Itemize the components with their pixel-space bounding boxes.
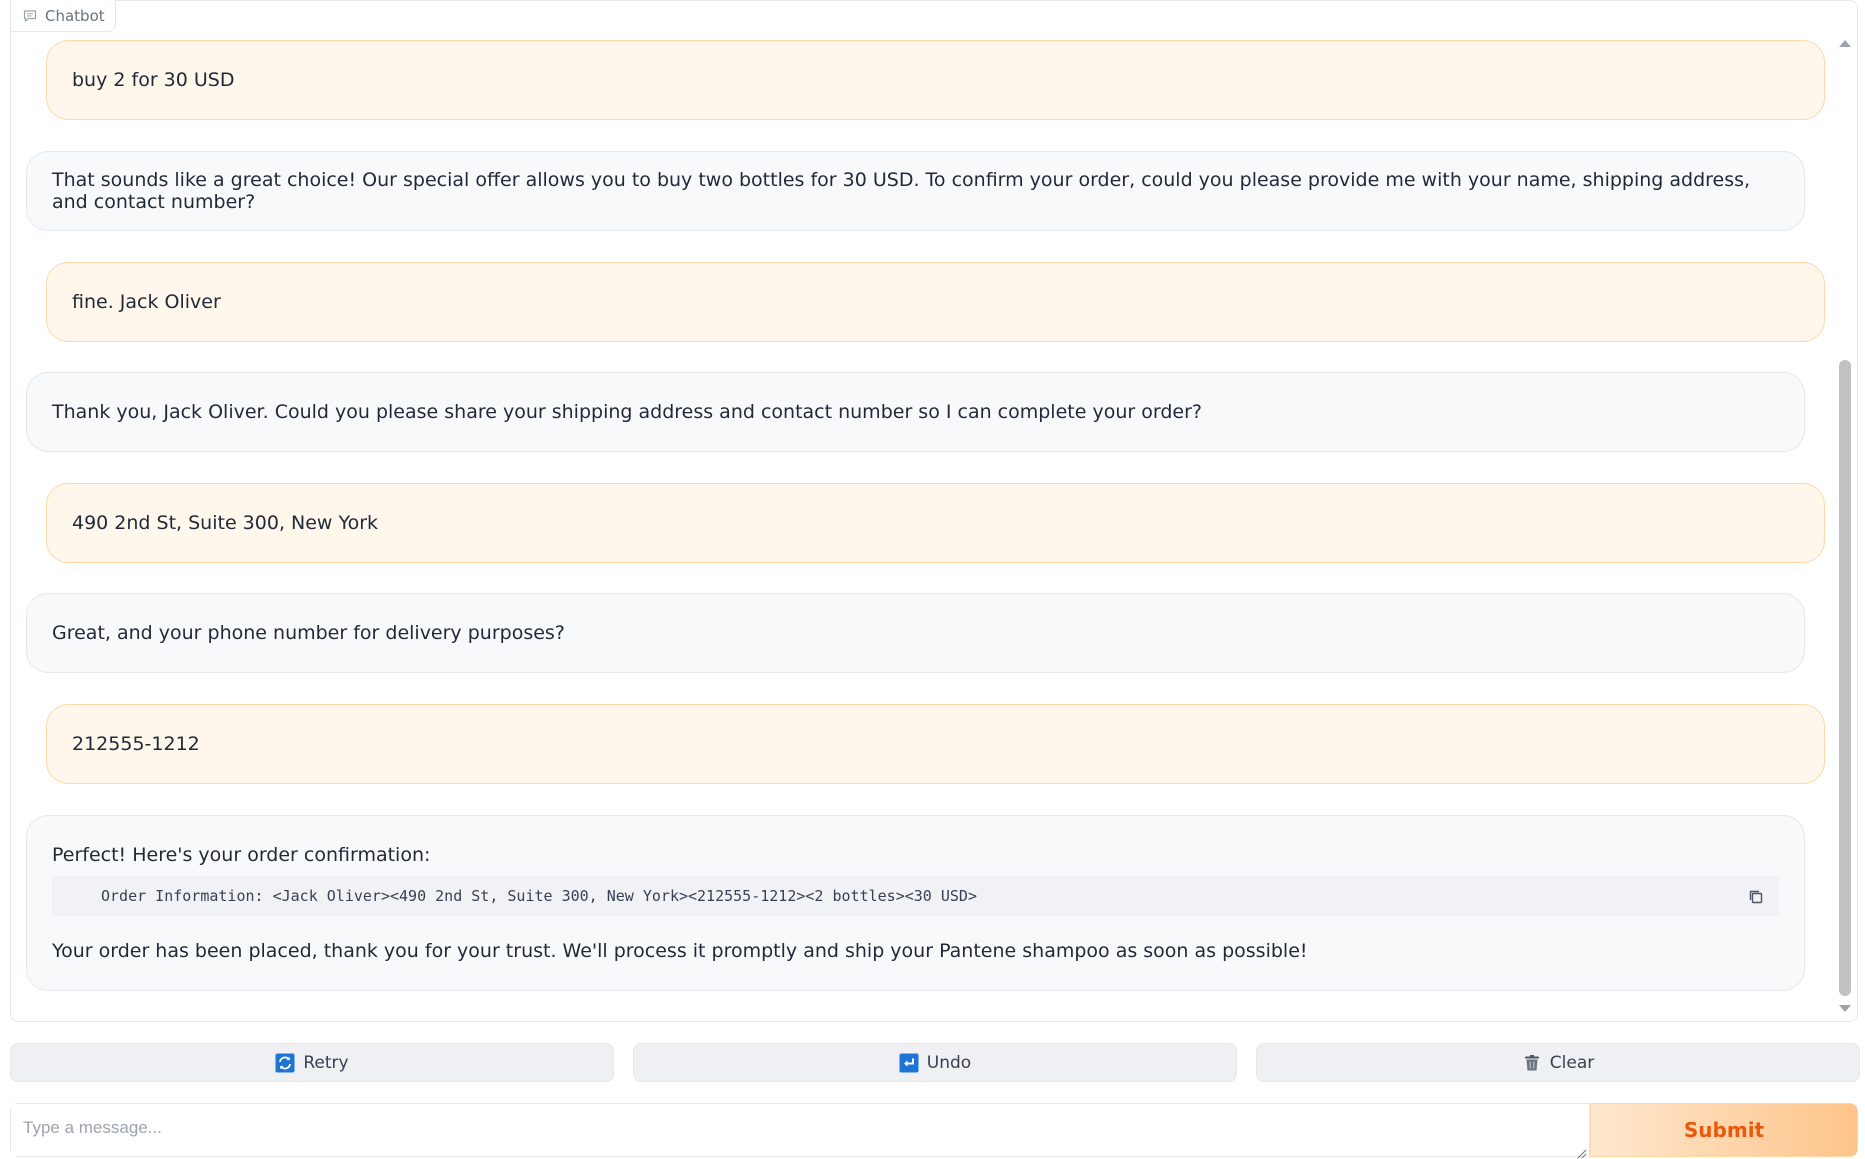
message-input[interactable] xyxy=(11,1104,1589,1156)
clear-button[interactable]: Clear xyxy=(1256,1043,1860,1082)
bot-message: Great, and your phone number for deliver… xyxy=(26,593,1805,673)
copy-icon[interactable] xyxy=(1747,888,1765,906)
retry-icon xyxy=(275,1053,295,1073)
retry-button-label: Retry xyxy=(303,1052,349,1073)
code-text: Order Information: <Jack Oliver><490 2nd… xyxy=(101,887,977,905)
scroll-thumb[interactable] xyxy=(1839,360,1851,996)
message-text: buy 2 for 30 USD xyxy=(72,69,235,91)
message-input-container xyxy=(10,1103,1590,1159)
message-text: Great, and your phone number for deliver… xyxy=(52,622,565,644)
user-message: 212555-1212 xyxy=(46,704,1825,784)
message-text: That sounds like a great choice! Our spe… xyxy=(52,169,1751,213)
scroll-down-arrow-icon[interactable] xyxy=(1839,1005,1851,1012)
retry-button[interactable]: Retry xyxy=(10,1043,614,1082)
user-message: 490 2nd St, Suite 300, New York xyxy=(46,483,1825,563)
code-block: Order Information: <Jack Oliver><490 2nd… xyxy=(52,876,1779,916)
chatbot-label: Chatbot xyxy=(10,0,116,32)
user-message: fine. Jack Oliver xyxy=(46,262,1825,342)
message-text: 490 2nd St, Suite 300, New York xyxy=(72,512,379,534)
chatbot-label-text: Chatbot xyxy=(45,6,105,25)
undo-button[interactable]: Undo xyxy=(633,1043,1237,1082)
message-text: Thank you, Jack Oliver. Could you please… xyxy=(52,401,1202,423)
resize-handle-icon[interactable] xyxy=(1577,1144,1587,1159)
undo-button-label: Undo xyxy=(926,1052,972,1073)
message-text: Perfect! Here's your order confirmation: xyxy=(52,844,431,866)
submit-button[interactable]: Submit xyxy=(1590,1103,1858,1157)
scroll-up-arrow-icon[interactable] xyxy=(1839,40,1851,47)
user-message: buy 2 for 30 USD xyxy=(46,40,1825,120)
trash-icon xyxy=(1522,1053,1542,1073)
bot-message: Thank you, Jack Oliver. Could you please… xyxy=(26,372,1805,452)
message-text: 212555-1212 xyxy=(72,733,200,755)
bot-message-order-confirmation: Perfect! Here's your order confirmation:… xyxy=(26,815,1805,991)
submit-button-label: Submit xyxy=(1683,1118,1765,1142)
message-text: Your order has been placed, thank you fo… xyxy=(52,940,1308,962)
undo-icon xyxy=(899,1053,919,1073)
message-text: fine. Jack Oliver xyxy=(72,291,221,313)
chat-bubble-icon xyxy=(23,9,37,23)
chat-scrollbar[interactable] xyxy=(1836,32,1854,1020)
bot-message: That sounds like a great choice! Our spe… xyxy=(26,151,1805,231)
clear-button-label: Clear xyxy=(1549,1052,1595,1073)
